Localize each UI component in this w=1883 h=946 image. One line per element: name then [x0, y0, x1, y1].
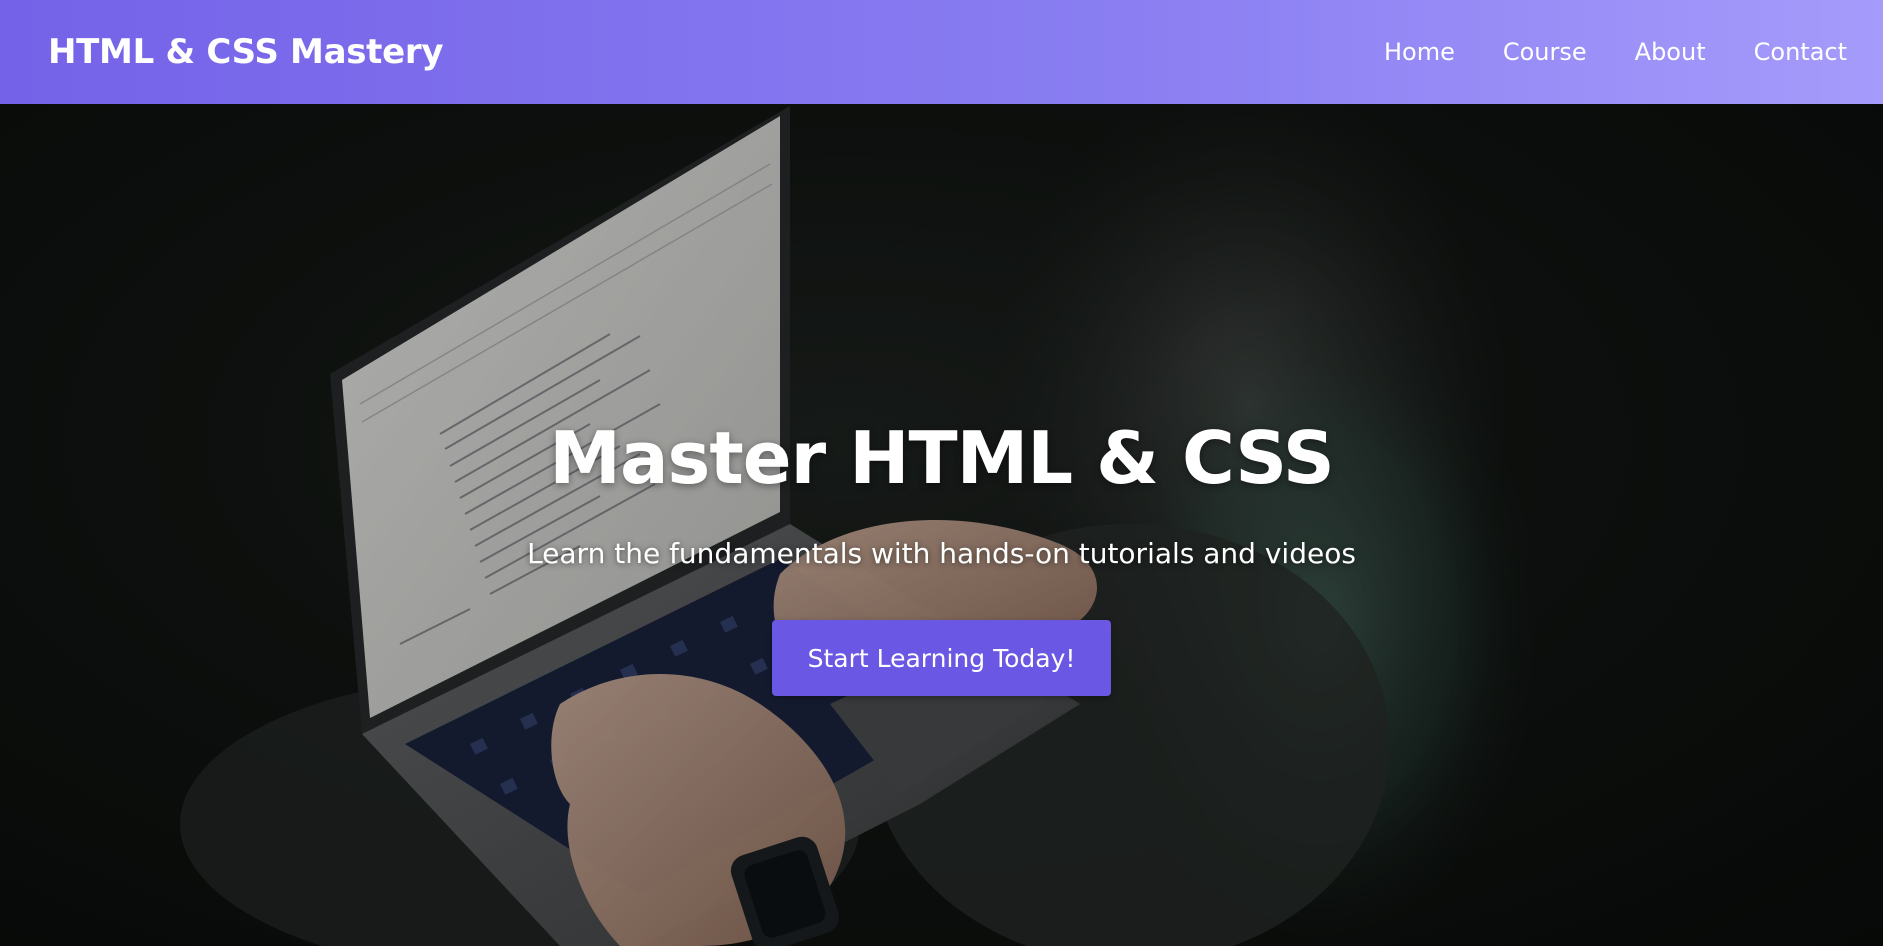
nav-link-course[interactable]: Course	[1503, 38, 1587, 66]
hero-title: Master HTML & CSS	[549, 416, 1334, 500]
landing-page: HTML & CSS Mastery Home Course About Con…	[0, 0, 1883, 946]
nav-links: Home Course About Contact	[1384, 38, 1847, 66]
nav-link-contact[interactable]: Contact	[1754, 38, 1847, 66]
start-learning-button[interactable]: Start Learning Today!	[771, 620, 1112, 696]
hero-section: Master HTML & CSS Learn the fundamentals…	[0, 104, 1883, 946]
site-logo[interactable]: HTML & CSS Mastery	[48, 32, 444, 72]
navbar: HTML & CSS Mastery Home Course About Con…	[0, 0, 1883, 104]
hero-content: Master HTML & CSS Learn the fundamentals…	[0, 104, 1883, 946]
nav-link-about[interactable]: About	[1635, 38, 1706, 66]
nav-link-home[interactable]: Home	[1384, 38, 1455, 66]
hero-subtitle: Learn the fundamentals with hands-on tut…	[527, 537, 1356, 570]
